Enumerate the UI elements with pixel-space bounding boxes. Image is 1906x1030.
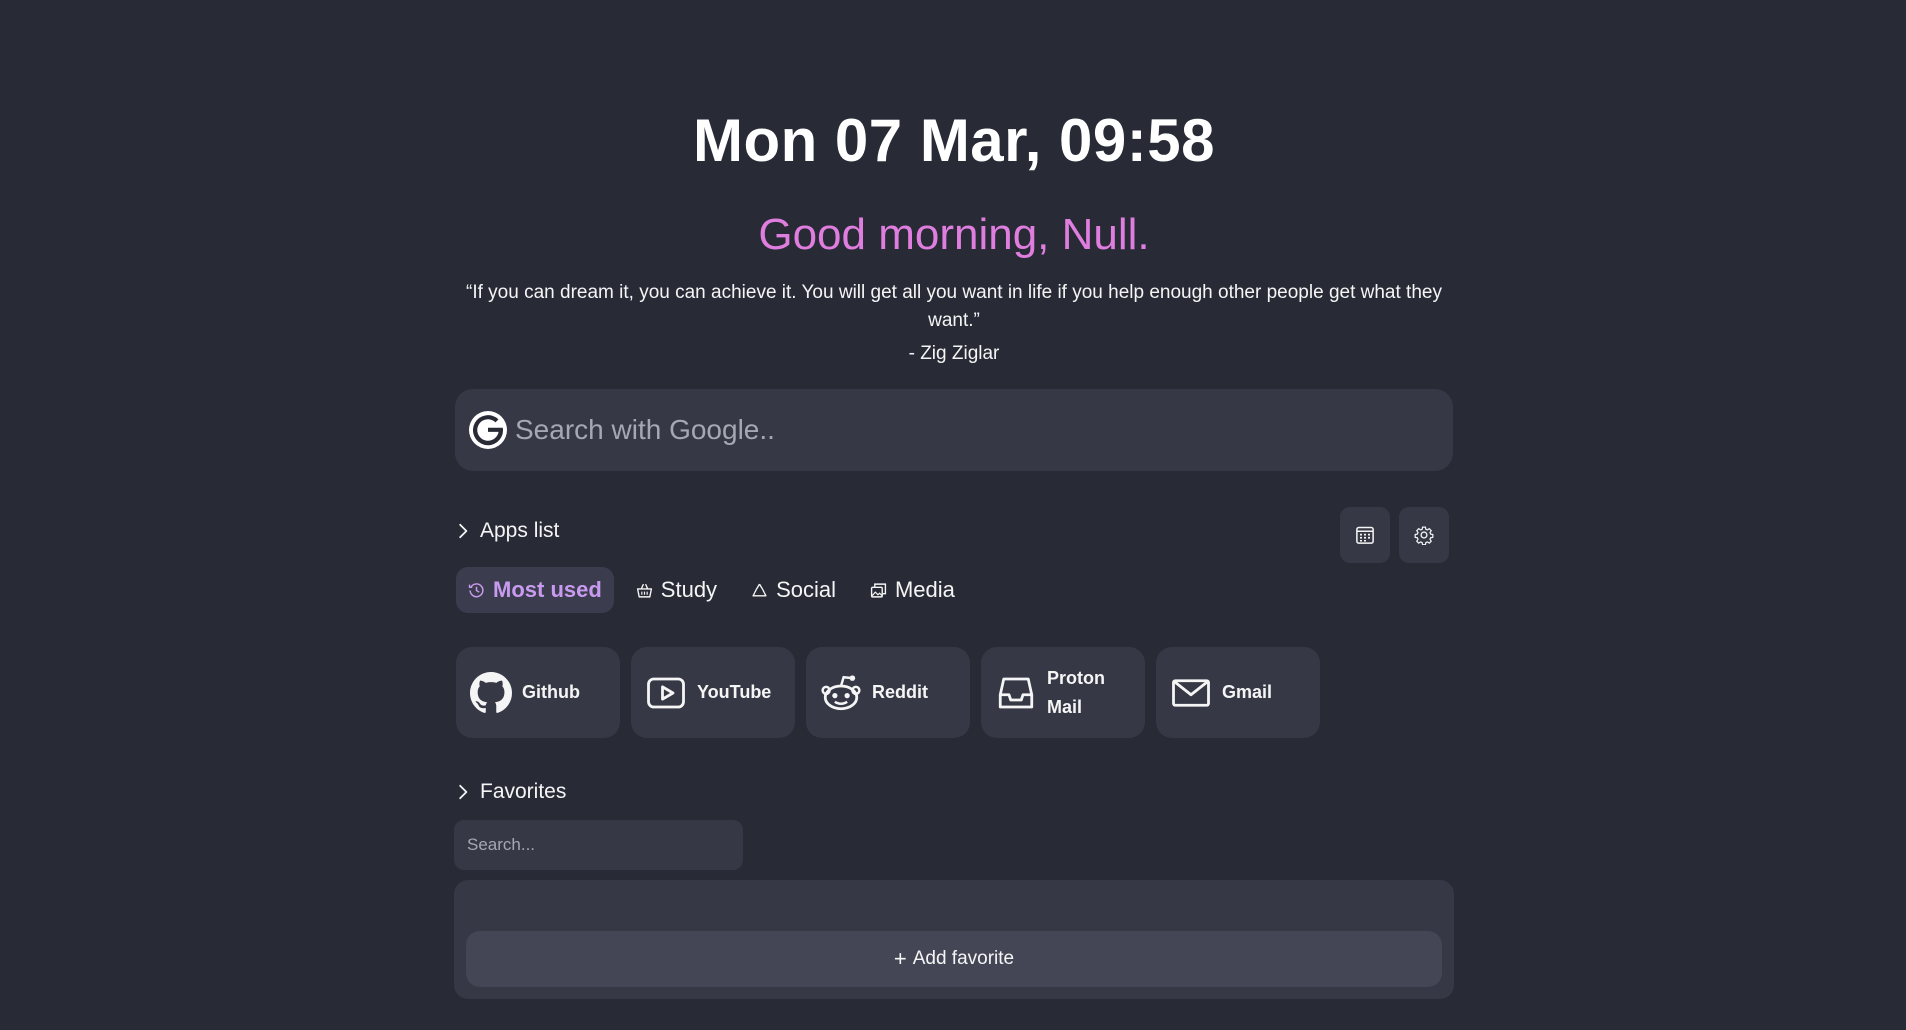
- tab-study[interactable]: Study: [624, 567, 729, 613]
- tab-social[interactable]: Social: [739, 567, 848, 613]
- images-icon: [870, 582, 887, 598]
- favorites-search-input[interactable]: [454, 820, 743, 870]
- app-youtube[interactable]: YouTube: [631, 647, 795, 738]
- inbox-icon: [998, 677, 1034, 708]
- tab-most-used[interactable]: Most used: [456, 567, 614, 613]
- search-input[interactable]: [515, 414, 1415, 446]
- quote-author: - Zig Ziglar: [908, 343, 1000, 364]
- tab-label: Study: [660, 577, 718, 602]
- envelope-icon: [1172, 678, 1210, 707]
- google-icon[interactable]: [469, 411, 507, 449]
- github-icon: [470, 671, 512, 713]
- apps-list-toggle[interactable]: Apps list: [454, 519, 559, 543]
- favorites-title: Favorites: [480, 780, 567, 803]
- tab-label: Media: [894, 577, 955, 602]
- app-label: YouTube: [697, 682, 772, 702]
- clock-history-icon: [468, 582, 484, 597]
- app-label: Proton Mail: [1047, 667, 1105, 717]
- greeting: Good morning, Null.: [758, 210, 1150, 259]
- calendar-icon: [1356, 526, 1374, 544]
- app-proton-mail[interactable]: Proton Mail: [981, 647, 1145, 738]
- youtube-icon: [647, 677, 685, 708]
- search-bar[interactable]: [455, 389, 1453, 471]
- clock: Mon 07 Mar, 09:58: [692, 107, 1216, 174]
- calendar-button[interactable]: [1340, 507, 1390, 563]
- chevron-right-icon: [458, 784, 468, 800]
- settings-button[interactable]: [1399, 507, 1449, 563]
- tab-media[interactable]: Media: [858, 567, 967, 613]
- tab-label: Most used: [493, 577, 602, 602]
- app-reddit[interactable]: Reddit: [806, 647, 970, 738]
- chevron-right-icon: [458, 523, 468, 539]
- favorites-panel: + Add favorite: [454, 880, 1454, 999]
- add-favorite-label: Add favorite: [912, 948, 1015, 969]
- app-github[interactable]: Github: [456, 647, 620, 738]
- gear-icon: [1414, 526, 1434, 545]
- app-label: Github: [522, 682, 580, 702]
- add-favorite-button[interactable]: + Add favorite: [466, 931, 1442, 987]
- app-label: Gmail: [1222, 682, 1273, 702]
- new-tab-page: Mon 07 Mar, 09:58 Good morning, Null. “I…: [0, 0, 1906, 1030]
- recycle-icon: [752, 583, 767, 597]
- apps-list-title: Apps list: [480, 519, 560, 542]
- apps-grid: Github YouTube Reddit Proton Mail Gmail: [456, 647, 1331, 738]
- plus-icon: +: [893, 946, 907, 971]
- tab-label: Social: [776, 577, 836, 602]
- favorites-toggle[interactable]: Favorites: [454, 780, 566, 804]
- basket-icon: [636, 583, 652, 598]
- app-gmail[interactable]: Gmail: [1156, 647, 1320, 738]
- app-label: Reddit: [872, 682, 928, 702]
- reddit-icon: [821, 674, 861, 710]
- quote-text: “If you can dream it, you can achieve it…: [466, 282, 1442, 331]
- app-category-tabs: Most used Study Social Media: [456, 567, 977, 613]
